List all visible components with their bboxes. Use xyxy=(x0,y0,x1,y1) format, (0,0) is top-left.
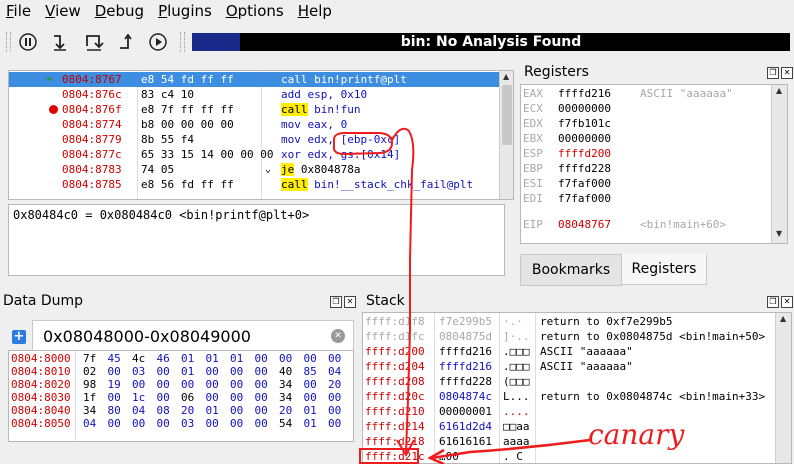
annotation-circle-ebp xyxy=(332,132,394,156)
annotation-box-canary xyxy=(359,448,419,464)
annotation-arrow-horizontal xyxy=(431,438,591,460)
annotation-overlay xyxy=(332,127,591,464)
annotation-arrow-vertical xyxy=(391,127,415,453)
canary-annotation-label: canary xyxy=(588,418,685,451)
